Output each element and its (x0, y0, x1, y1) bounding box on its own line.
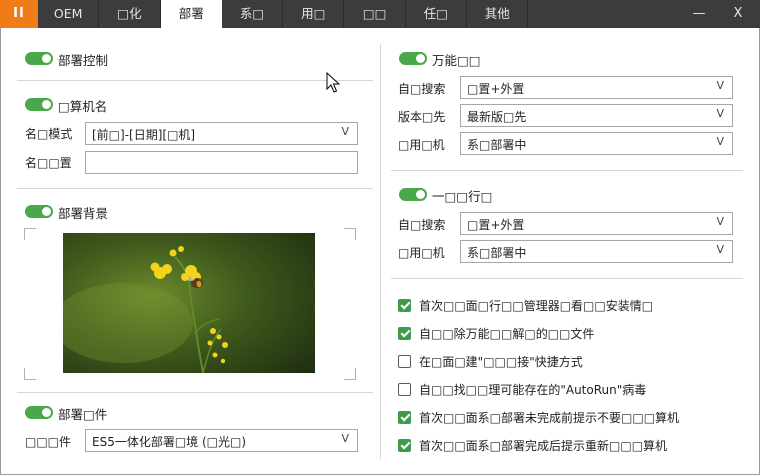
tab-other-settings[interactable]: □□ (344, 0, 406, 28)
divider (17, 392, 373, 393)
background-image (63, 233, 315, 373)
checkbox[interactable] (398, 382, 411, 396)
deploy-control-title: 部署控制 (58, 53, 109, 68)
driver-timing-value: 系□部署中 (467, 138, 527, 152)
minimize-button[interactable]: — (684, 0, 714, 28)
runtime-search-value: □置+外置 (467, 218, 525, 232)
tab-oem[interactable]: OEM (38, 0, 100, 28)
name-settings-label: 名□□置 (25, 156, 72, 170)
divider (17, 80, 373, 81)
name-mode-label: 名□模式 (25, 127, 73, 141)
option-label: 首次□□面系□部署完成后提示重新□□□算机 (419, 438, 668, 453)
option-checkbox-row[interactable]: 首次□□面□行□□管理器□看□□安装情□ (398, 297, 653, 313)
tab-optimize[interactable]: □化 (99, 0, 161, 28)
divider (391, 170, 743, 171)
option-checkbox-row[interactable]: 首次□□面系□部署完成后提示重新□□□算机 (398, 437, 667, 453)
driver-version-value: 最新版□先 (467, 110, 527, 124)
option-label: 首次□□面□行□□管理器□看□□安装情□ (419, 298, 654, 313)
deploy-control-toggle[interactable] (25, 52, 53, 65)
computer-name-toggle[interactable] (25, 98, 53, 111)
driver-search-value: □置+外置 (467, 82, 525, 96)
runtime-toggle[interactable] (399, 188, 427, 201)
runtime-timing-label: □用□机 (398, 246, 445, 260)
component-select[interactable]: ES5一体化部署□境 (□光□) V (85, 429, 358, 452)
chevron-down-icon: V (716, 135, 724, 148)
deploy-background-toggle[interactable] (25, 205, 53, 218)
component-label: □□□件 (25, 435, 72, 449)
runtime-title: 一□□行□ (432, 189, 493, 204)
mouse-cursor-icon (326, 72, 340, 93)
universal-driver-toggle[interactable] (399, 52, 427, 65)
checkbox[interactable] (398, 438, 411, 452)
runtime-search-select[interactable]: □置+外置 V (460, 212, 733, 235)
component-value: ES5一体化部署□境 (□光□) (92, 435, 247, 449)
universal-driver-title: 万能□□ (432, 53, 481, 68)
app-logo: II (0, 0, 38, 28)
driver-version-label: 版本□先 (398, 110, 446, 124)
chevron-down-icon: V (716, 79, 724, 92)
column-divider (380, 44, 381, 459)
name-mode-value: [前□]-[日期][□机] (92, 128, 196, 142)
deploy-background-title: 部署背景 (58, 206, 109, 221)
driver-timing-select[interactable]: 系□部署中 V (460, 132, 733, 155)
close-button[interactable]: X (723, 0, 753, 28)
runtime-timing-select[interactable]: 系□部署中 V (460, 240, 733, 263)
chevron-down-icon: V (716, 215, 724, 228)
checkbox[interactable] (398, 354, 411, 368)
runtime-search-label: 自□搜索 (398, 218, 446, 232)
tab-user[interactable]: 用□ (283, 0, 345, 28)
chevron-down-icon: V (716, 243, 724, 256)
computer-name-title: □算机名 (58, 99, 108, 114)
driver-version-select[interactable]: 最新版□先 V (460, 104, 733, 127)
divider (17, 188, 373, 189)
deploy-component-toggle[interactable] (25, 406, 53, 419)
option-label: 在□面□建"□□□接"快捷方式 (419, 354, 583, 369)
runtime-timing-value: 系□部署中 (467, 246, 527, 260)
divider (391, 278, 743, 279)
checkbox[interactable] (398, 410, 411, 424)
name-mode-select[interactable]: [前□]-[日期][□机] V (85, 122, 358, 145)
tab-bar: II OEM □化 部署 系□ 用□ □□ 任□ 其他 — X (0, 0, 760, 28)
name-settings-input[interactable] (85, 151, 358, 174)
checkbox[interactable] (398, 298, 411, 312)
option-label: 首次□□面系□部署未完成前提示不要□□□算机 (419, 410, 680, 425)
checkbox[interactable] (398, 326, 411, 340)
tab-system[interactable]: 系□ (222, 0, 284, 28)
option-label: 自□□除万能□□解□的□□文件 (419, 326, 595, 341)
option-checkbox-row[interactable]: 在□面□建"□□□接"快捷方式 (398, 353, 583, 369)
option-checkbox-row[interactable]: 自□□找□□理可能存在的"AutoRun"病毒 (398, 381, 646, 397)
chevron-down-icon: V (716, 107, 724, 120)
driver-timing-label: □用□机 (398, 138, 445, 152)
option-checkbox-row[interactable]: 首次□□面系□部署未完成前提示不要□□□算机 (398, 409, 679, 425)
deploy-component-title: 部署□件 (58, 407, 108, 422)
chevron-down-icon: V (341, 125, 349, 138)
background-preview[interactable] (24, 228, 356, 380)
driver-search-label: 自□搜索 (398, 82, 446, 96)
driver-search-select[interactable]: □置+外置 V (460, 76, 733, 99)
option-label: 自□□找□□理可能存在的"AutoRun"病毒 (419, 382, 647, 397)
tab-tasks[interactable]: 任□ (406, 0, 468, 28)
chevron-down-icon: V (341, 432, 349, 445)
tab-misc[interactable]: 其他 (467, 0, 529, 28)
option-checkbox-row[interactable]: 自□□除万能□□解□的□□文件 (398, 325, 594, 341)
tab-deploy[interactable]: 部署 (160, 0, 222, 28)
tab-list: OEM □化 部署 系□ 用□ □□ 任□ 其他 (38, 0, 529, 28)
